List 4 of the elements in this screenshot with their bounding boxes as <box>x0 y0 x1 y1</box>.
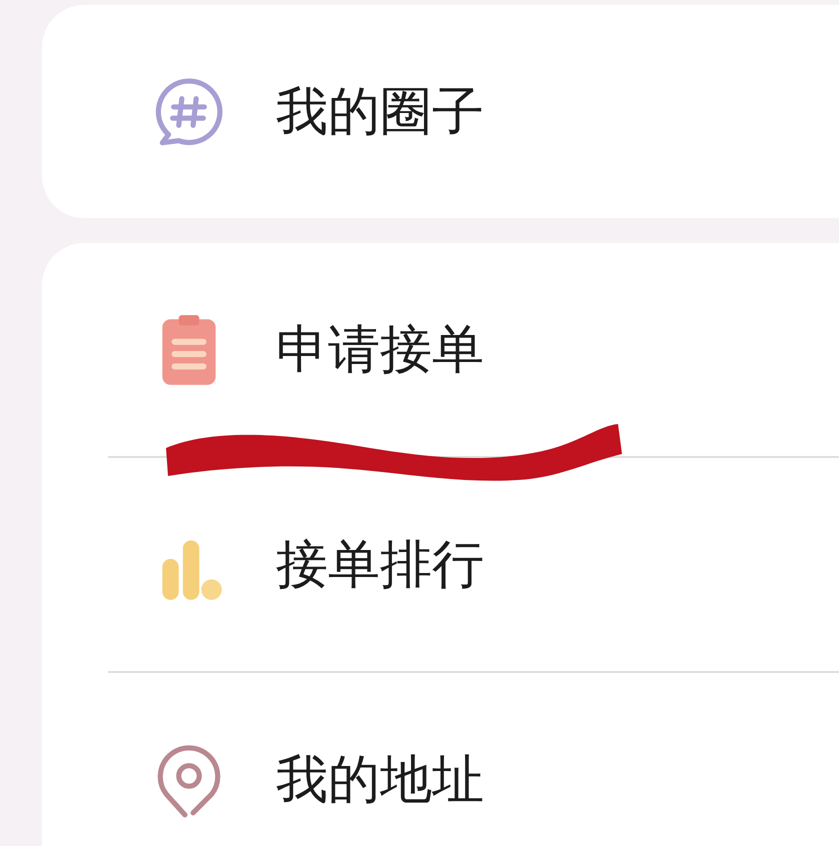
menu-item-label[interactable]: 我的地址 <box>276 744 484 814</box>
menu-item-label[interactable]: 我的圈子 <box>276 76 484 146</box>
menu-item-label[interactable]: 接单排行 <box>276 530 484 600</box>
menu-item-label[interactable]: 申请接单 <box>276 314 484 384</box>
